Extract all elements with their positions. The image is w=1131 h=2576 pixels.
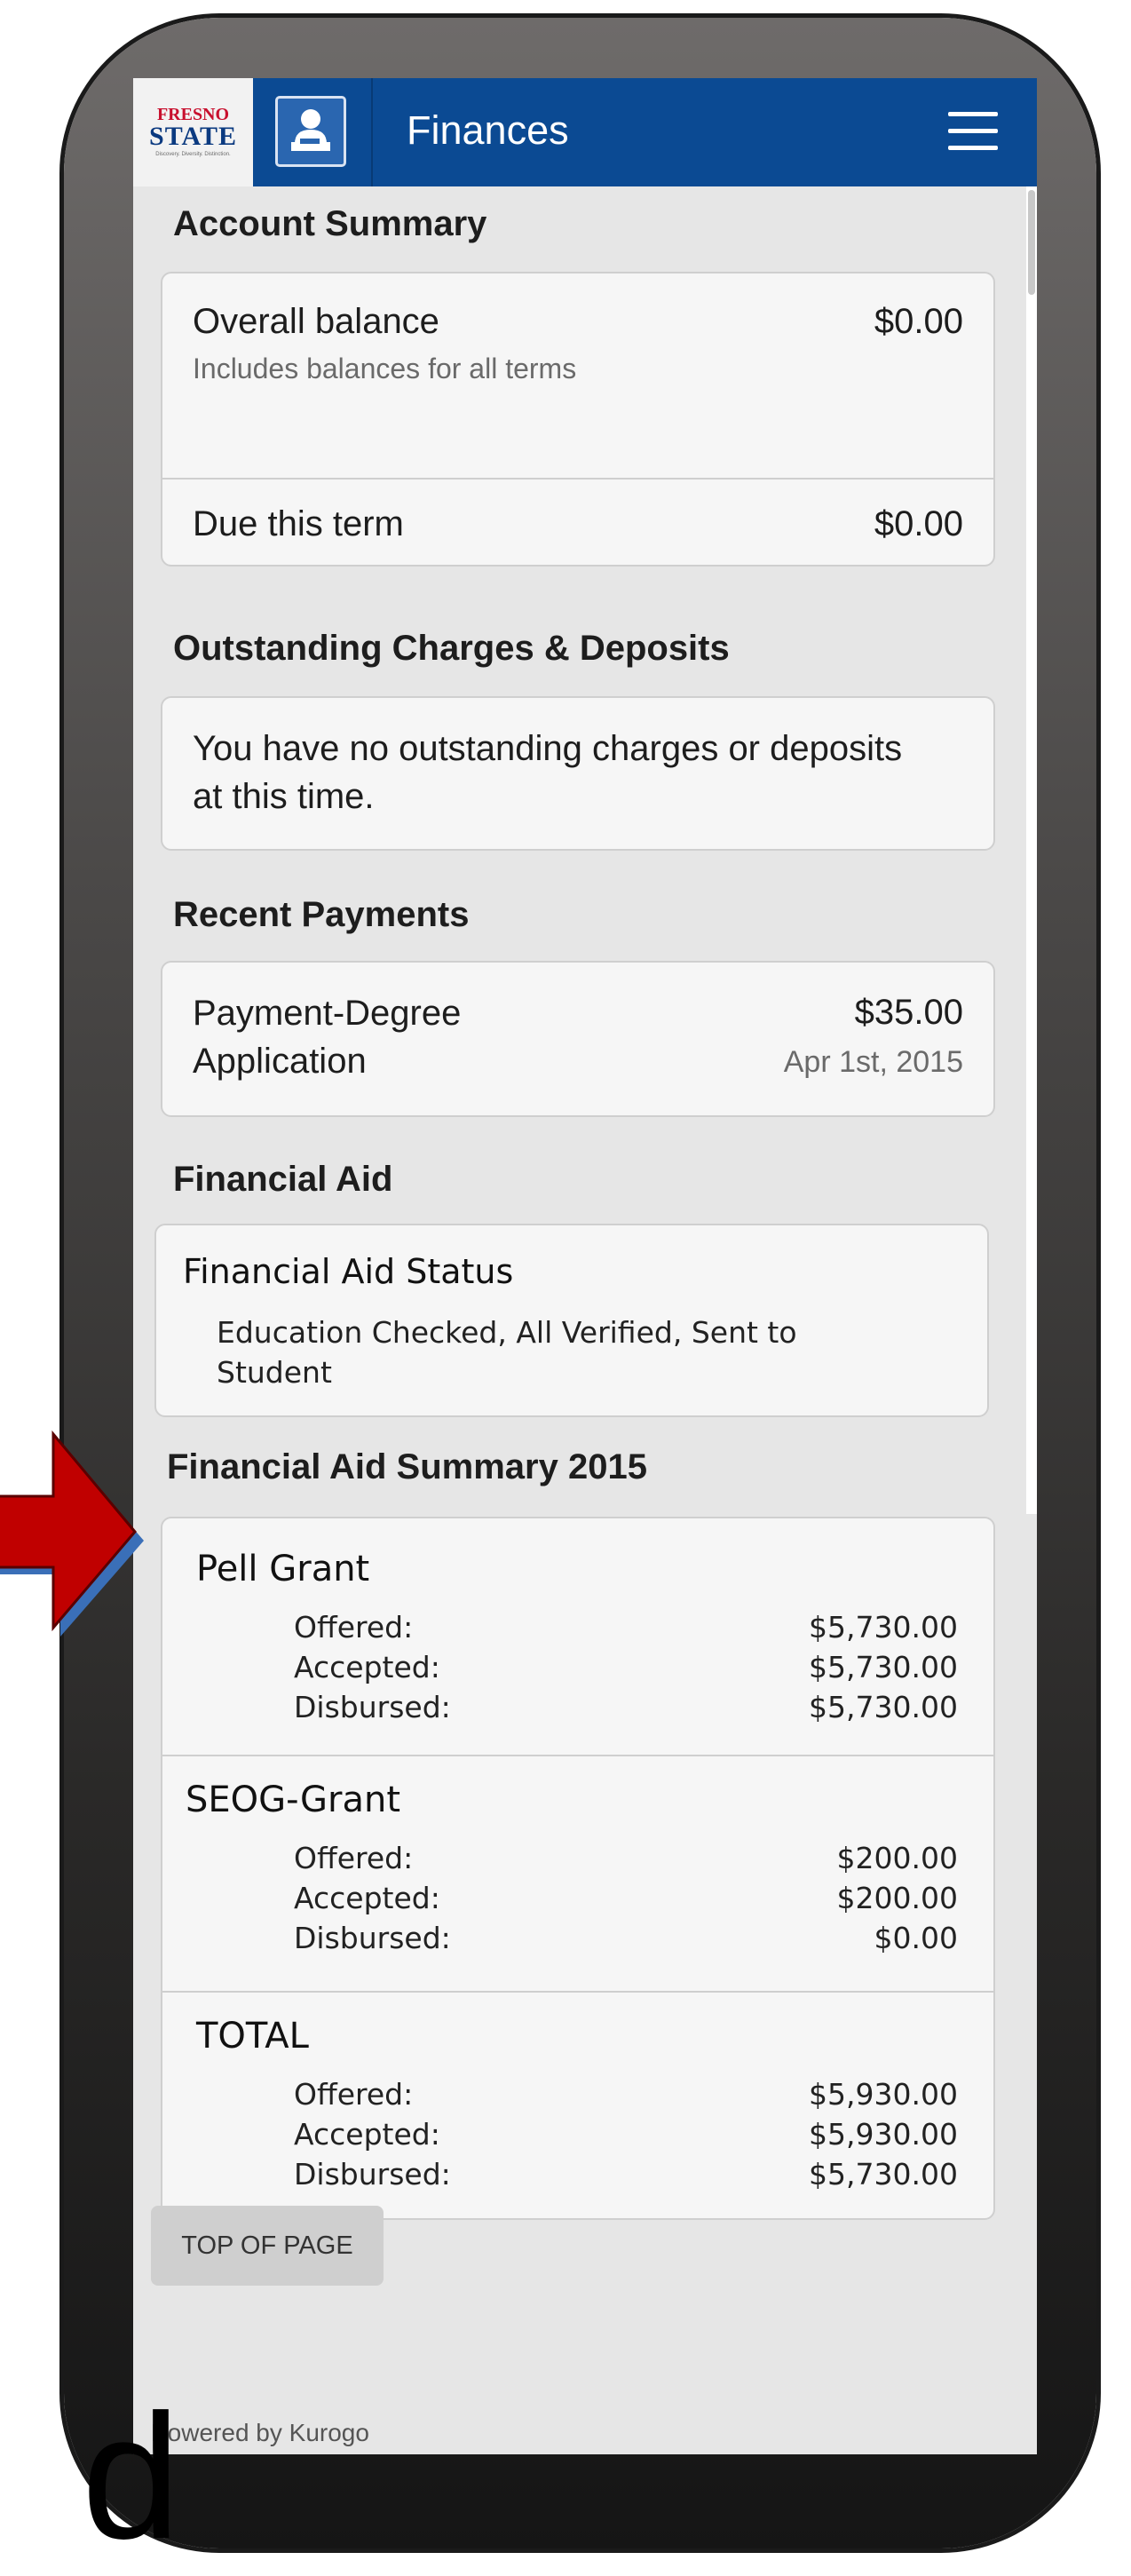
aid-group-total: TOTAL Offered: $5,930.00 Accepted: $5,930.… bbox=[162, 1991, 993, 2218]
aid-line-value: $0.00 bbox=[874, 1921, 958, 1955]
overall-balance-row[interactable]: Overall balance $0.00 Includes balances … bbox=[162, 273, 993, 478]
logo-line2: STATE bbox=[149, 122, 237, 151]
aid-line-label: Accepted: bbox=[294, 1881, 440, 1915]
aid-line-disbursed: Disbursed: $5,730.00 bbox=[294, 1687, 958, 1727]
outstanding-message: You have no outstanding charges or depos… bbox=[193, 729, 903, 816]
aid-line-offered: Offered: $5,930.00 bbox=[294, 2074, 958, 2114]
aid-group-lines: Offered: $5,930.00 Accepted: $5,930.00 Dis… bbox=[294, 2074, 958, 2194]
aid-line-accepted: Accepted: $200.00 bbox=[294, 1878, 958, 1918]
aid-line-label: Accepted: bbox=[294, 2117, 440, 2152]
scrollbar[interactable] bbox=[1026, 186, 1037, 1514]
payment-date: Apr 1st, 2015 bbox=[783, 1045, 963, 1079]
aid-line-label: Disbursed: bbox=[294, 2157, 451, 2192]
outstanding-heading: Outstanding Charges & Deposits bbox=[173, 629, 730, 668]
recent-payments-card: Payment-Degree Application $35.00 Apr 1s… bbox=[161, 961, 995, 1117]
aid-group-title: TOTAL bbox=[196, 2016, 309, 2057]
powered-by-link[interactable]: Powered by Kurogo bbox=[151, 2417, 369, 2449]
financial-aid-status-label: Financial Aid Status bbox=[183, 1252, 514, 1291]
financial-aid-heading: Financial Aid bbox=[173, 1160, 393, 1199]
overall-balance-amount: $0.00 bbox=[874, 302, 963, 341]
aid-line-label: Offered: bbox=[294, 1610, 414, 1645]
aid-group-pell: Pell Grant Offered: $5,730.00 Accepted: $5… bbox=[162, 1518, 993, 1755]
page-title: Finances bbox=[407, 107, 569, 153]
aid-summary-card: Pell Grant Offered: $5,730.00 Accepted: $5… bbox=[161, 1517, 995, 2220]
aid-group-lines: Offered: $5,730.00 Accepted: $5,730.00 Dis… bbox=[294, 1607, 958, 1727]
hamburger-menu-icon[interactable] bbox=[948, 112, 998, 153]
person-desk-icon bbox=[291, 109, 330, 151]
logo-tagline: Discovery. Diversity. Distinction. bbox=[155, 152, 231, 157]
overall-balance-note: Includes balances for all terms bbox=[193, 353, 577, 384]
financial-aid-status-detail: Education Checked, All Verified, Sent to… bbox=[217, 1315, 797, 1390]
account-summary-heading: Account Summary bbox=[173, 204, 487, 243]
aid-line-value: $5,730.00 bbox=[809, 1610, 958, 1645]
aid-line-value: $5,930.00 bbox=[809, 2077, 958, 2112]
logo-line1: FRESNO bbox=[156, 105, 230, 124]
aid-line-value: $5,930.00 bbox=[809, 2117, 958, 2152]
aid-line-label: Offered: bbox=[294, 1841, 414, 1875]
aid-line-disbursed: Disbursed: $0.00 bbox=[294, 1918, 958, 1958]
aid-group-seog: SEOG-Grant Offered: $200.00 Accepted: $200… bbox=[162, 1755, 993, 1991]
fresno-state-logo[interactable]: FRESNO STATE Discovery. Diversity. Disti… bbox=[133, 78, 253, 186]
outstanding-card: You have no outstanding charges or depos… bbox=[161, 696, 995, 851]
aid-line-accepted: Accepted: $5,930.00 bbox=[294, 2114, 958, 2154]
aid-line-accepted: Accepted: $5,730.00 bbox=[294, 1647, 958, 1687]
phone-screen: FRESNO STATE Discovery. Diversity. Disti… bbox=[133, 78, 1037, 2454]
top-of-page-button[interactable]: TOP OF PAGE bbox=[151, 2206, 384, 2286]
cropped-letter: d bbox=[82, 2378, 181, 2576]
financial-aid-status-card: Financial Aid Status Education Checked, … bbox=[154, 1224, 989, 1417]
aid-line-value: $5,730.00 bbox=[809, 1650, 958, 1684]
due-this-term-row[interactable]: Due this term $0.00 bbox=[162, 478, 993, 565]
header-divider bbox=[371, 78, 373, 186]
recent-payments-heading: Recent Payments bbox=[173, 895, 470, 934]
payment-amount: $35.00 bbox=[854, 993, 963, 1032]
aid-group-title: SEOG-Grant bbox=[186, 1779, 401, 1820]
aid-line-offered: Offered: $5,730.00 bbox=[294, 1607, 958, 1647]
aid-line-disbursed: Disbursed: $5,730.00 bbox=[294, 2154, 958, 2194]
aid-line-label: Accepted: bbox=[294, 1650, 440, 1684]
red-arrow-icon bbox=[0, 1430, 144, 1637]
aid-line-value: $5,730.00 bbox=[809, 1690, 958, 1724]
scrollbar-thumb[interactable] bbox=[1028, 190, 1035, 295]
app-header: FRESNO STATE Discovery. Diversity. Disti… bbox=[133, 78, 1037, 186]
finances-module-icon[interactable] bbox=[275, 96, 346, 167]
payment-row[interactable]: Payment-Degree Application $35.00 Apr 1s… bbox=[162, 963, 993, 1115]
payment-label: Payment-Degree Application bbox=[193, 994, 462, 1081]
aid-line-offered: Offered: $200.00 bbox=[294, 1838, 958, 1878]
overall-balance-label: Overall balance bbox=[193, 302, 439, 341]
aid-line-label: Disbursed: bbox=[294, 1921, 451, 1955]
aid-line-value: $5,730.00 bbox=[809, 2157, 958, 2192]
account-summary-card: Overall balance $0.00 Includes balances … bbox=[161, 272, 995, 567]
aid-line-label: Disbursed: bbox=[294, 1690, 451, 1724]
aid-line-value: $200.00 bbox=[836, 1881, 958, 1915]
aid-line-label: Offered: bbox=[294, 2077, 414, 2112]
aid-group-title: Pell Grant bbox=[196, 1549, 370, 1589]
aid-group-lines: Offered: $200.00 Accepted: $200.00 Disburs… bbox=[294, 1838, 958, 1958]
aid-line-value: $200.00 bbox=[836, 1841, 958, 1875]
aid-summary-heading: Financial Aid Summary 2015 bbox=[167, 1447, 647, 1486]
due-this-term-amount: $0.00 bbox=[874, 504, 963, 543]
due-this-term-label: Due this term bbox=[193, 504, 404, 543]
